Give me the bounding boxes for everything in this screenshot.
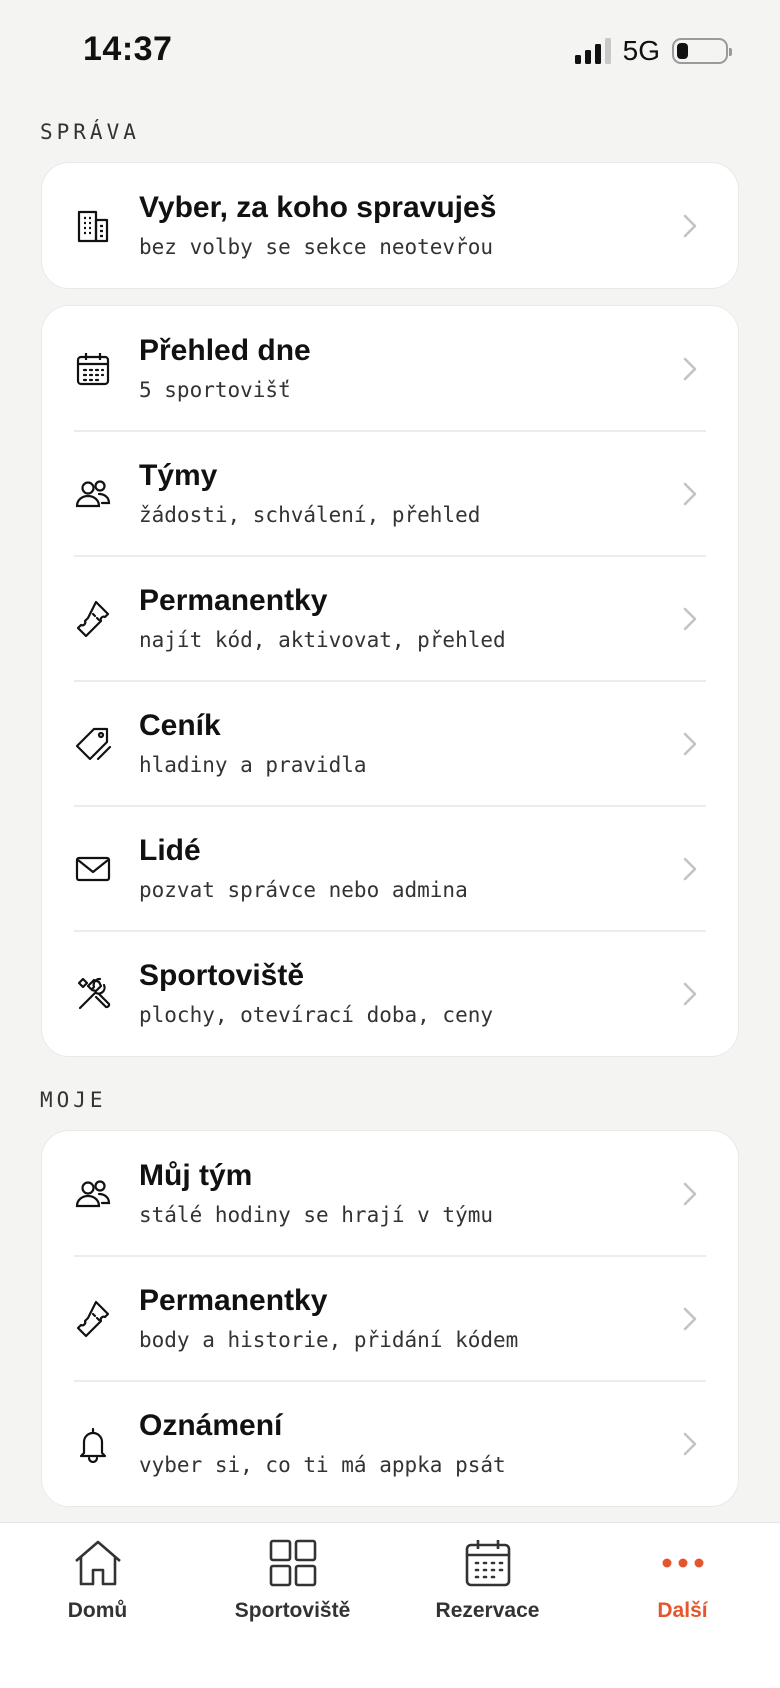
tab-bar: Domů Sportoviště Rezervace Další: [0, 1522, 780, 1688]
chevron-right-icon: [683, 1307, 697, 1331]
calendar-icon: [465, 1540, 510, 1587]
battery-icon: [672, 38, 732, 64]
row-my-passes[interactable]: Permanentky body a historie, přidání kód…: [42, 1255, 738, 1381]
mail-icon: [74, 850, 112, 888]
row-title: Přehled dne: [139, 334, 311, 367]
mine-card: Můj tým stálé hodiny se hrají v týmu Per…: [41, 1130, 739, 1507]
row-title: Permanentky: [139, 584, 328, 617]
network-label: 5G: [622, 35, 660, 66]
row-my-team[interactable]: Můj tým stálé hodiny se hrají v týmu: [42, 1131, 738, 1256]
row-title: Oznámení: [139, 1409, 283, 1442]
row-subtitle: pozvat správce nebo admina: [139, 878, 468, 902]
row-title: Ceník: [139, 709, 221, 742]
building-icon: [74, 207, 112, 245]
row-title: Vyber, za koho spravuješ: [139, 191, 497, 224]
people-icon: [74, 1175, 112, 1213]
chevron-right-icon: [683, 1182, 697, 1206]
row-subtitle: 5 sportovišť: [139, 378, 291, 402]
more-icon: [662, 1558, 703, 1568]
grid-icon: [269, 1539, 316, 1587]
row-passes[interactable]: Permanentky najít kód, aktivovat, přehle…: [42, 555, 738, 681]
calendar-icon: [74, 350, 112, 388]
signal-icon: [574, 38, 611, 64]
row-subtitle: vyber si, co ti má appka psát: [139, 1453, 506, 1477]
row-title: Permanentky: [139, 1284, 328, 1317]
ticket-icon: [74, 1300, 112, 1338]
tab-label: Další: [657, 1599, 708, 1622]
section-label-sprava: SPRÁVA: [40, 120, 140, 144]
chevron-right-icon: [683, 214, 697, 238]
tab-reservations[interactable]: Rezervace: [390, 1537, 585, 1647]
tab-label: Domů: [67, 1599, 128, 1622]
manage-card: Přehled dne 5 sportovišť Týmy žádosti, s…: [41, 305, 739, 1057]
chevron-right-icon: [683, 982, 697, 1006]
status-indicators: 5G: [574, 35, 732, 66]
row-notifications[interactable]: Oznámení vyber si, co ti má appka psát: [42, 1380, 738, 1506]
row-subtitle: plochy, otevírací doba, ceny: [139, 1003, 494, 1027]
tag-icon: [74, 725, 112, 763]
row-subtitle: body a historie, přidání kódem: [139, 1328, 519, 1352]
tab-label: Rezervace: [435, 1599, 540, 1622]
row-title: Lidé: [139, 834, 201, 867]
select-card: Vyber, za koho spravuješ bez volby se se…: [41, 162, 739, 289]
section-label-moje: MOJE: [40, 1088, 107, 1112]
people-icon: [74, 475, 112, 513]
tools-icon: [74, 975, 112, 1013]
row-title: Můj tým: [139, 1159, 253, 1192]
chevron-right-icon: [683, 857, 697, 881]
tab-venues[interactable]: Sportoviště: [195, 1537, 390, 1647]
row-title: Sportoviště: [139, 959, 305, 992]
row-subtitle: najít kód, aktivovat, přehled: [139, 628, 506, 652]
row-subtitle: žádosti, schválení, přehled: [139, 503, 481, 527]
tab-label: Sportoviště: [234, 1599, 351, 1622]
status-bar: 14:37 5G: [0, 0, 780, 100]
tab-more[interactable]: Další: [585, 1537, 780, 1647]
home-icon: [74, 1540, 121, 1586]
bell-icon: [74, 1425, 112, 1463]
status-time: 14:37: [83, 30, 173, 68]
chevron-right-icon: [683, 482, 697, 506]
row-subtitle: stálé hodiny se hrají v týmu: [139, 1203, 494, 1227]
chevron-right-icon: [683, 732, 697, 756]
chevron-right-icon: [683, 357, 697, 381]
row-subtitle: hladiny a pravidla: [139, 753, 367, 777]
row-day-overview[interactable]: Přehled dne 5 sportovišť: [42, 306, 738, 431]
row-people[interactable]: Lidé pozvat správce nebo admina: [42, 805, 738, 931]
tab-home[interactable]: Domů: [0, 1537, 195, 1647]
row-venues[interactable]: Sportoviště plochy, otevírací doba, ceny: [42, 930, 738, 1056]
row-subtitle: bez volby se sekce neotevřou: [139, 235, 494, 259]
row-title: Týmy: [139, 459, 218, 492]
chevron-right-icon: [683, 607, 697, 631]
row-pricing[interactable]: Ceník hladiny a pravidla: [42, 680, 738, 806]
chevron-right-icon: [683, 1432, 697, 1456]
ticket-icon: [74, 600, 112, 638]
row-teams[interactable]: Týmy žádosti, schválení, přehled: [42, 430, 738, 556]
row-select-managed[interactable]: Vyber, za koho spravuješ bez volby se se…: [42, 163, 738, 288]
